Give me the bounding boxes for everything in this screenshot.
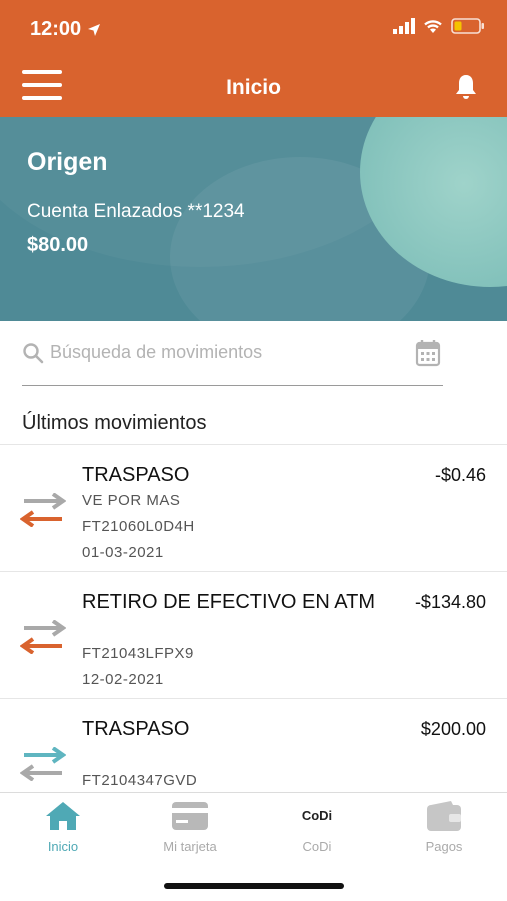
transfer-in-icon	[20, 747, 66, 781]
account-balance: $80.00	[27, 234, 89, 256]
movement-title: TRASPASO	[82, 718, 190, 740]
movement-reference: FT2104347GVD	[82, 772, 198, 789]
tab-label: Inicio	[47, 839, 79, 854]
bell-icon[interactable]	[453, 73, 479, 101]
movements-search[interactable]: Búsqueda de movimientos	[22, 335, 443, 386]
account-section-title: Origen	[27, 148, 108, 176]
transfer-out-icon	[20, 620, 66, 654]
home-indicator[interactable]	[164, 883, 344, 889]
account-name[interactable]: Cuenta Enlazados **1234	[27, 201, 245, 223]
svg-text:CoDi: CoDi	[302, 808, 332, 823]
movement-reference: FT21060L0D4H	[82, 518, 195, 535]
wallet-icon	[427, 801, 461, 831]
tab-label: Mi tarjeta	[163, 839, 217, 854]
search-icon	[23, 343, 44, 364]
movement-reference: FT21043LFPX9	[82, 645, 194, 662]
transfer-out-icon	[20, 493, 66, 527]
codi-icon: CoDi	[302, 808, 332, 823]
movement-date: 01-03-2021	[82, 544, 164, 561]
movement-amount: -$134.80	[414, 592, 486, 612]
signal-icon	[393, 18, 415, 34]
movement-title: TRASPASO	[82, 464, 190, 486]
movements-list: TRASPASO -$0.46 VE POR MAS FT21060L0D4H …	[0, 444, 507, 825]
list-item[interactable]: TRASPASO -$0.46 VE POR MAS FT21060L0D4H …	[0, 444, 507, 571]
calendar-icon[interactable]	[415, 339, 441, 367]
location-arrow-icon	[88, 23, 101, 36]
menu-icon	[22, 70, 62, 74]
movement-date: 12-02-2021	[82, 671, 164, 688]
list-item[interactable]: RETIRO DE EFECTIVO EN ATM -$134.80 FT210…	[0, 571, 507, 698]
card-icon	[172, 802, 208, 830]
status-time: 12:00	[30, 18, 101, 41]
movement-description: VE POR MAS	[82, 492, 181, 509]
battery-icon	[451, 18, 484, 34]
movement-amount: $200.00	[420, 719, 486, 739]
account-summary: Origen Cuenta Enlazados **1234 $80.00	[0, 117, 507, 321]
tab-label: Pagos	[425, 839, 463, 854]
page-title: Inicio	[226, 76, 281, 99]
home-icon	[46, 802, 80, 830]
movement-title: RETIRO DE EFECTIVO EN ATM	[82, 591, 375, 613]
status-indicators	[393, 18, 485, 34]
search-input[interactable]: Búsqueda de movimientos	[50, 342, 262, 363]
clock: 12:00	[30, 18, 82, 40]
tab-label: CoDi	[302, 839, 332, 854]
wifi-icon	[424, 20, 442, 33]
movement-amount: -$0.46	[434, 465, 486, 485]
app-header: 12:00 Inicio	[0, 0, 507, 117]
section-title: Últimos movimientos	[22, 412, 207, 434]
